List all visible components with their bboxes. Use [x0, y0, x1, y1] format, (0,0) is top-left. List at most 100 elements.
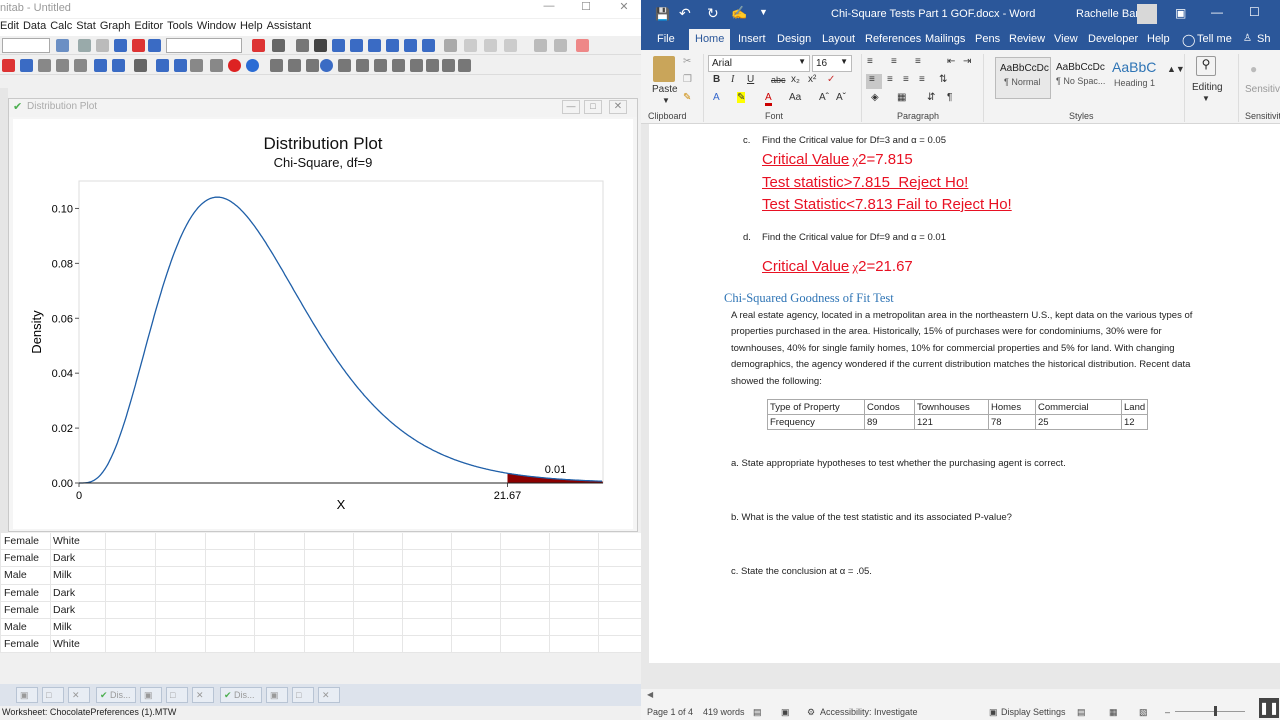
clear-format-icon[interactable]: ✓: [827, 74, 835, 85]
underline-button[interactable]: U: [747, 74, 754, 85]
highlight-icon[interactable]: ✎: [737, 92, 746, 103]
sort-icon[interactable]: ⇵: [927, 92, 935, 103]
web-layout-icon[interactable]: ▧: [1139, 707, 1148, 718]
line-spacing-icon[interactable]: ⇅: [939, 74, 947, 85]
style-normal[interactable]: AaBbCcDc ¶ Normal: [995, 57, 1051, 99]
paste-icon[interactable]: [653, 56, 675, 82]
table-row[interactable]: Female Dark: [0, 585, 641, 602]
tab-dist-plot-2[interactable]: ✔ Dis...: [220, 687, 262, 703]
paste-dropdown-icon[interactable]: ▼: [662, 96, 670, 105]
select-icon[interactable]: [78, 39, 91, 52]
close-icon[interactable]: ✕: [612, 0, 636, 16]
toolbar-combo[interactable]: [2, 38, 50, 53]
horizontal-scrollbar[interactable]: ◀: [641, 689, 1280, 703]
toolbar-icon[interactable]: [554, 39, 567, 52]
cell-preference[interactable]: Milk: [53, 621, 72, 633]
text-tool-icon[interactable]: [314, 39, 327, 52]
flag-icon[interactable]: [132, 39, 145, 52]
pointer-icon[interactable]: [296, 39, 309, 52]
cell-gender[interactable]: Female: [4, 587, 39, 599]
proofing-icon[interactable]: ▤: [753, 707, 762, 718]
maximize-icon[interactable]: ☐: [1249, 5, 1260, 19]
rectangle-icon[interactable]: [332, 39, 345, 52]
shrink-font-button[interactable]: Aˇ: [836, 92, 846, 103]
maximize-icon[interactable]: ☐: [574, 0, 598, 16]
zoom-slider[interactable]: [1175, 711, 1245, 712]
table-row[interactable]: Male Milk: [0, 619, 641, 637]
tab-help[interactable]: Help: [1147, 33, 1170, 45]
tab-close[interactable]: ✕: [318, 687, 340, 703]
cell-preference[interactable]: White: [53, 535, 80, 547]
toolbar-icon[interactable]: [392, 59, 405, 72]
polyline-icon[interactable]: [404, 39, 417, 52]
paste-button[interactable]: Paste: [652, 84, 678, 95]
align-center-icon[interactable]: ≡: [887, 74, 893, 85]
toolbar-icon[interactable]: [484, 39, 497, 52]
style-no-spacing[interactable]: AaBbCcDc ¶ No Spac...: [1053, 57, 1109, 99]
change-case-button[interactable]: Aa: [789, 92, 801, 103]
font-name-combo[interactable]: Arial ▼: [708, 55, 810, 72]
pause-icon[interactable]: ❚❚: [1259, 698, 1279, 718]
shading-icon[interactable]: ◈: [871, 92, 879, 103]
toolbar-icon[interactable]: [288, 59, 301, 72]
delete-icon[interactable]: [252, 39, 265, 52]
subscript-button[interactable]: x₂: [791, 74, 800, 85]
maximize-icon[interactable]: □: [584, 100, 602, 114]
bullets-icon[interactable]: ≡: [867, 56, 873, 67]
toolbar-icon[interactable]: [2, 59, 15, 72]
tab-restore[interactable]: ▣: [16, 687, 38, 703]
redo-icon[interactable]: ↻: [707, 5, 719, 22]
close-icon[interactable]: ✕: [609, 100, 627, 114]
tab-restore[interactable]: ▣: [140, 687, 162, 703]
polygon-icon[interactable]: [422, 39, 435, 52]
fx-icon[interactable]: [444, 39, 457, 52]
menu-editor[interactable]: Editor: [134, 20, 167, 36]
sensitivity-button[interactable]: Sensitivity: [1245, 84, 1280, 95]
line-icon[interactable]: [368, 39, 381, 52]
print-layout-icon[interactable]: ▦: [1109, 707, 1118, 718]
toolbar-icon[interactable]: [534, 39, 547, 52]
accessibility-status[interactable]: Accessibility: Investigate: [820, 707, 918, 717]
word-count[interactable]: 419 words: [703, 707, 745, 717]
zoom-out-icon[interactable]: –: [1165, 707, 1170, 717]
scroll-left-icon[interactable]: ◀: [647, 690, 653, 699]
chevron-down-icon[interactable]: ▼: [1202, 94, 1210, 103]
touch-mode-icon[interactable]: ✍: [731, 5, 747, 21]
tab-design[interactable]: Design: [777, 33, 811, 45]
tab-review[interactable]: Review: [1009, 33, 1045, 45]
avatar[interactable]: [1137, 4, 1157, 24]
font-color-icon[interactable]: A: [765, 92, 772, 106]
tab-references[interactable]: References: [865, 33, 921, 45]
tab-tell-me[interactable]: Tell me: [1197, 33, 1232, 45]
format-painter-icon[interactable]: ✎: [683, 92, 691, 103]
styles-scroll-icon[interactable]: ▲▼: [1167, 64, 1185, 74]
toolbar-icon[interactable]: [442, 59, 455, 72]
save-icon[interactable]: [20, 59, 33, 72]
cell-gender[interactable]: Male: [4, 621, 27, 633]
toolbar-icon[interactable]: [374, 59, 387, 72]
tab-pens[interactable]: Pens: [975, 33, 1000, 45]
point-icon[interactable]: [386, 39, 399, 52]
cell-gender[interactable]: Male: [4, 569, 27, 581]
align-right-icon[interactable]: ≡: [903, 74, 909, 85]
zoom-icon[interactable]: [272, 39, 285, 52]
document-page[interactable]: c. Find the Critical value for Df=3 and …: [649, 124, 1280, 663]
info-icon[interactable]: [320, 59, 333, 72]
arrows-icon[interactable]: [148, 39, 161, 52]
grow-font-button[interactable]: Aˆ: [819, 92, 829, 103]
tab-insert[interactable]: Insert: [738, 33, 766, 45]
undo-icon[interactable]: [94, 59, 107, 72]
save-icon[interactable]: 💾: [655, 7, 670, 21]
menu-calc[interactable]: Calc: [50, 20, 76, 36]
menu-stat[interactable]: Stat: [76, 20, 100, 36]
minimize-icon[interactable]: —: [1211, 5, 1223, 19]
cancel-icon[interactable]: [228, 59, 241, 72]
toolbar-icon[interactable]: [270, 59, 283, 72]
toolbar-icon[interactable]: [356, 59, 369, 72]
eraser-icon[interactable]: [576, 39, 589, 52]
crosshair-icon[interactable]: [114, 39, 127, 52]
table-row[interactable]: Female Dark: [0, 550, 641, 568]
minimize-icon[interactable]: —: [562, 100, 580, 114]
tab-restore[interactable]: □: [42, 687, 64, 703]
toolbar-icon[interactable]: [410, 59, 423, 72]
